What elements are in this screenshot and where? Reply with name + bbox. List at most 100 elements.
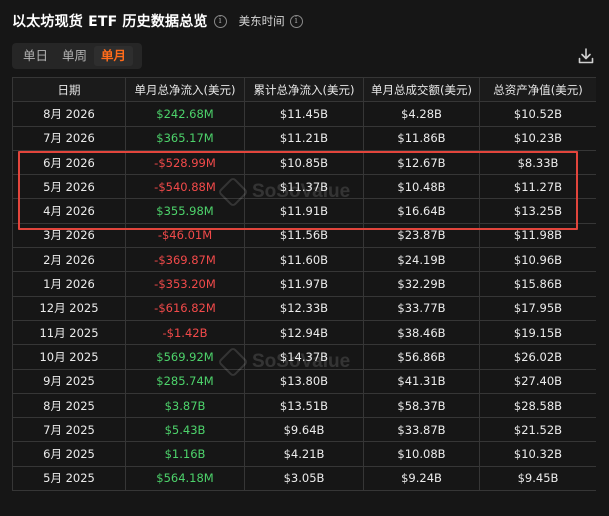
net-assets-cell: $10.52B [479,101,596,127]
date-cell: 5月 2025 [12,465,126,492]
download-icon[interactable] [577,47,595,65]
net-assets-cell: $11.98B [479,222,596,249]
date-cell: 5月 2026 [12,174,126,200]
table-row[interactable]: 9月 2025 $285.74M $13.80B $41.31B $27.40B [12,368,596,394]
date-cell: 12月 2025 [12,295,126,321]
table-row[interactable]: 1月 2026 -$353.20M $11.97B $32.29B $15.86B [12,271,596,297]
volume-cell: $41.31B [363,368,480,394]
net-inflow-cell: $3.87B [125,392,245,419]
cumulative-inflow-cell: $11.97B [244,271,364,297]
table-row[interactable]: 4月 2026 $355.98M $11.91B $16.64B $13.25B [12,198,596,224]
net-inflow-cell: -$46.01M [125,222,245,249]
date-cell: 11月 2025 [12,319,126,346]
table-row[interactable]: 10月 2025 $569.92M $14.37B $56.86B $26.02B [12,344,596,370]
net-inflow-cell: -$369.87M [125,247,245,273]
cumulative-inflow-cell: $12.94B [244,319,364,346]
cumulative-inflow-cell: $11.21B [244,125,364,151]
cumulative-inflow-cell: $9.64B [244,417,364,443]
table-row[interactable]: 8月 2025 $3.87B $13.51B $58.37B $28.58B [12,392,596,419]
volume-cell: $24.19B [363,247,480,273]
net-assets-cell: $15.86B [479,271,596,297]
column-header-cumulative-net-inflow[interactable]: 累计总净流入(美元) [244,77,364,103]
period-tabs: 单日 单周 单月 [12,43,142,69]
page-title: 以太坊现货 ETF 历史数据总览 [12,14,208,30]
net-inflow-cell: $285.74M [125,368,245,394]
volume-cell: $56.86B [363,344,480,370]
tab-daily[interactable]: 单日 [16,46,55,66]
info-icon[interactable]: i [213,14,227,28]
table-row[interactable]: 12月 2025 -$616.82M $12.33B $33.77B $17.95B [12,295,596,321]
date-cell: 9月 2025 [12,368,126,394]
table-header-row: 日期 单月总净流入(美元) 累计总净流入(美元) 单月总成交额(美元) 总资产净… [12,77,596,103]
volume-cell: $58.37B [363,392,480,419]
volume-cell: $33.87B [363,417,480,443]
volume-cell: $38.46B [363,319,480,346]
column-header-date[interactable]: 日期 [12,77,126,103]
net-assets-cell: $28.58B [479,392,596,419]
net-inflow-cell: -$1.42B [125,319,245,346]
volume-cell: $12.67B [363,149,480,176]
timezone-info-icon[interactable]: i [289,14,303,28]
volume-cell: $16.64B [363,198,480,224]
net-assets-cell: $10.96B [479,247,596,273]
net-assets-cell: $26.02B [479,344,596,370]
net-inflow-cell: $365.17M [125,125,245,151]
column-header-monthly-volume[interactable]: 单月总成交额(美元) [363,77,480,103]
volume-cell: $33.77B [363,295,480,321]
table-row[interactable]: 8月 2026 $242.68M $11.45B $4.28B $10.52B [12,101,596,127]
net-assets-cell: $27.40B [479,368,596,394]
net-inflow-cell: $564.18M [125,465,245,492]
timezone-label: 美东时间 [238,14,285,28]
table-row[interactable]: 5月 2026 -$540.88M $11.37B $10.48B $11.27B [12,174,596,200]
net-assets-cell: $17.95B [479,295,596,321]
volume-cell: $10.48B [363,174,480,200]
date-cell: 7月 2026 [12,125,126,151]
date-cell: 10月 2025 [12,344,126,370]
tab-weekly[interactable]: 单周 [55,46,94,66]
etf-history-table-wrap[interactable]: 日期 单月总净流入(美元) 累计总净流入(美元) 单月总成交额(美元) 总资产净… [12,77,596,516]
column-header-total-net-assets[interactable]: 总资产净值(美元) [479,77,596,103]
net-assets-cell: $10.32B [479,441,596,467]
table-row[interactable]: 11月 2025 -$1.42B $12.94B $38.46B $19.15B [12,319,596,346]
date-cell: 1月 2026 [12,271,126,297]
net-inflow-cell: $5.43B [125,417,245,443]
net-inflow-cell: $569.92M [125,344,245,370]
net-assets-cell: $11.27B [479,174,596,200]
date-cell: 4月 2026 [12,198,126,224]
cumulative-inflow-cell: $11.91B [244,198,364,224]
cumulative-inflow-cell: $11.37B [244,174,364,200]
net-assets-cell: $10.23B [479,125,596,151]
table-row[interactable]: 6月 2026 -$528.99M $10.85B $12.67B $8.33B [12,149,596,176]
table-row[interactable]: 2月 2026 -$369.87M $11.60B $24.19B $10.96B [12,247,596,273]
tab-monthly[interactable]: 单月 [94,46,134,66]
net-assets-cell: $19.15B [479,319,596,346]
date-cell: 6月 2026 [12,149,126,176]
net-inflow-cell: -$528.99M [125,149,245,176]
volume-cell: $10.08B [363,441,480,467]
date-cell: 2月 2026 [12,247,126,273]
table-row[interactable]: 5月 2025 $564.18M $3.05B $9.24B $9.45B [12,465,596,492]
cumulative-inflow-cell: $11.45B [244,101,364,127]
volume-cell: $32.29B [363,271,480,297]
date-cell: 6月 2025 [12,441,126,467]
date-cell: 7月 2025 [12,417,126,443]
net-assets-cell: $8.33B [479,149,596,176]
cumulative-inflow-cell: $4.21B [244,441,364,467]
column-header-monthly-net-inflow[interactable]: 单月总净流入(美元) [125,77,245,103]
net-assets-cell: $13.25B [479,198,596,224]
cumulative-inflow-cell: $12.33B [244,295,364,321]
volume-cell: $23.87B [363,222,480,249]
net-assets-cell: $9.45B [479,465,596,492]
date-cell: 8月 2026 [12,101,126,127]
table-row[interactable]: 6月 2025 $1.16B $4.21B $10.08B $10.32B [12,441,596,467]
net-inflow-cell: $1.16B [125,441,245,467]
table-row[interactable]: 7月 2025 $5.43B $9.64B $33.87B $21.52B [12,417,596,443]
header: 以太坊现货 ETF 历史数据总览 i 美东时间 i [12,10,303,32]
volume-cell: $11.86B [363,125,480,151]
table-row[interactable]: 7月 2026 $365.17M $11.21B $11.86B $10.23B [12,125,596,151]
table-row[interactable]: 3月 2026 -$46.01M $11.56B $23.87B $11.98B [12,222,596,249]
date-cell: 3月 2026 [12,222,126,249]
cumulative-inflow-cell: $13.51B [244,392,364,419]
table-body: 8月 2026 $242.68M $11.45B $4.28B $10.52B 7月 20… [12,101,596,492]
cumulative-inflow-cell: $14.37B [244,344,364,370]
